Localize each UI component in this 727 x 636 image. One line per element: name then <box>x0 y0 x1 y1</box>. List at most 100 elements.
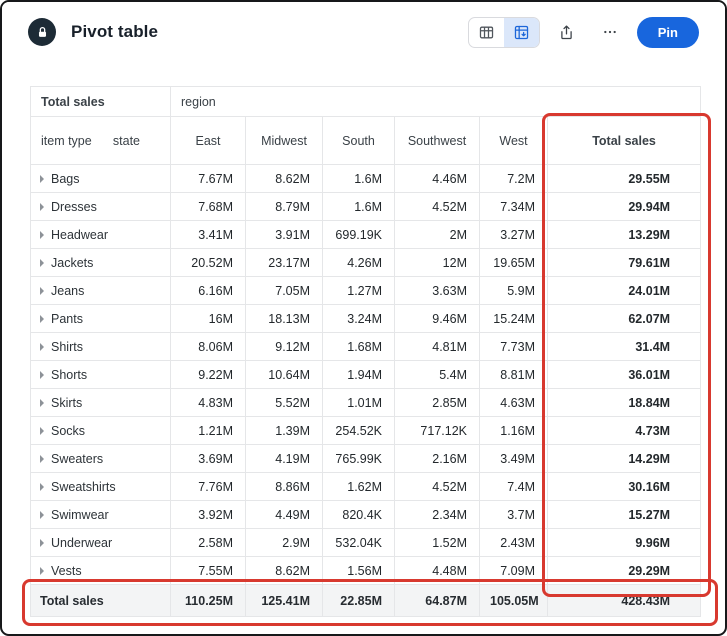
expand-icon[interactable] <box>40 567 44 575</box>
value-cell: 1.21M <box>171 417 246 445</box>
row-total-cell: 24.01M <box>548 277 701 305</box>
row-label-cell[interactable]: Pants <box>31 305 171 333</box>
value-cell: 12M <box>395 249 480 277</box>
value-cell: 8.81M <box>480 361 548 389</box>
column-header: Midwest <box>246 117 323 165</box>
share-button[interactable] <box>551 18 583 47</box>
row-label: Socks <box>51 424 85 438</box>
pin-button[interactable]: Pin <box>637 17 699 48</box>
row-total-cell: 29.94M <box>548 193 701 221</box>
table-row: Shirts8.06M9.12M1.68M4.81M7.73M31.4M <box>31 333 701 361</box>
value-cell: 7.4M <box>480 473 548 501</box>
expand-icon[interactable] <box>40 287 44 295</box>
column-header: East <box>171 117 246 165</box>
lock-icon <box>28 18 56 46</box>
row-label-cell[interactable]: Headwear <box>31 221 171 249</box>
value-cell: 9.46M <box>395 305 480 333</box>
value-cell: 5.4M <box>395 361 480 389</box>
more-button[interactable] <box>594 18 626 47</box>
pivot-table: Total salesregionitem typestateEastMidwe… <box>30 86 701 617</box>
table-row: Dresses7.68M8.79M1.6M4.52M7.34M29.94M <box>31 193 701 221</box>
value-cell: 4.63M <box>480 389 548 417</box>
table-row: Headwear3.41M3.91M699.19K2M3.27M13.29M <box>31 221 701 249</box>
table-view-button[interactable] <box>469 18 504 47</box>
pivot-table-window: Pivot table <box>0 0 727 636</box>
column-dimension-label: region <box>171 87 701 117</box>
row-label-cell[interactable]: Skirts <box>31 389 171 417</box>
value-cell: 717.12K <box>395 417 480 445</box>
row-label-cell[interactable]: Dresses <box>31 193 171 221</box>
table-row: Underwear2.58M2.9M532.04K1.52M2.43M9.96M <box>31 529 701 557</box>
value-cell: 4.81M <box>395 333 480 361</box>
value-cell: 1.01M <box>323 389 395 417</box>
row-label-cell[interactable]: Shirts <box>31 333 171 361</box>
row-total-cell: 31.4M <box>548 333 701 361</box>
value-cell: 7.34M <box>480 193 548 221</box>
value-cell: 23.17M <box>246 249 323 277</box>
row-label-cell[interactable]: Underwear <box>31 529 171 557</box>
value-cell: 2.9M <box>246 529 323 557</box>
toolbar: Pin <box>468 17 699 48</box>
value-cell: 2.58M <box>171 529 246 557</box>
table-row: Sweatshirts7.76M8.86M1.62M4.52M7.4M30.16… <box>31 473 701 501</box>
value-cell: 7.68M <box>171 193 246 221</box>
row-label: Shorts <box>51 368 87 382</box>
row-label-cell[interactable]: Shorts <box>31 361 171 389</box>
row-dimension-header: item typestate <box>31 117 171 165</box>
value-cell: 3.92M <box>171 501 246 529</box>
row-total-cell: 9.96M <box>548 529 701 557</box>
value-cell: 7.05M <box>246 277 323 305</box>
value-cell: 7.55M <box>171 557 246 585</box>
pivot-table-container: Total salesregionitem typestateEastMidwe… <box>30 86 701 617</box>
expand-icon[interactable] <box>40 203 44 211</box>
value-cell: 2.85M <box>395 389 480 417</box>
value-cell: 1.39M <box>246 417 323 445</box>
value-cell: 3.49M <box>480 445 548 473</box>
expand-icon[interactable] <box>40 427 44 435</box>
expand-icon[interactable] <box>40 511 44 519</box>
value-cell: 5.52M <box>246 389 323 417</box>
expand-icon[interactable] <box>40 399 44 407</box>
row-label: Underwear <box>51 536 112 550</box>
expand-icon[interactable] <box>40 455 44 463</box>
row-label-cell[interactable]: Jackets <box>31 249 171 277</box>
value-cell: 1.56M <box>323 557 395 585</box>
expand-icon[interactable] <box>40 175 44 183</box>
value-cell: 8.62M <box>246 557 323 585</box>
value-cell: 10.64M <box>246 361 323 389</box>
row-label-cell[interactable]: Sweaters <box>31 445 171 473</box>
table-row: Shorts9.22M10.64M1.94M5.4M8.81M36.01M <box>31 361 701 389</box>
row-total-cell: 29.29M <box>548 557 701 585</box>
value-cell: 3.63M <box>395 277 480 305</box>
value-cell: 1.27M <box>323 277 395 305</box>
value-cell: 4.52M <box>395 193 480 221</box>
expand-icon[interactable] <box>40 483 44 491</box>
expand-icon[interactable] <box>40 231 44 239</box>
expand-icon[interactable] <box>40 259 44 267</box>
expand-icon[interactable] <box>40 371 44 379</box>
expand-icon[interactable] <box>40 343 44 351</box>
value-cell: 8.62M <box>246 165 323 193</box>
row-total-cell: 15.27M <box>548 501 701 529</box>
table-row: Jeans6.16M7.05M1.27M3.63M5.9M24.01M <box>31 277 701 305</box>
pivot-view-button[interactable] <box>504 18 539 47</box>
row-label-cell[interactable]: Jeans <box>31 277 171 305</box>
column-header: South <box>323 117 395 165</box>
value-cell: 1.52M <box>395 529 480 557</box>
value-cell: 16M <box>171 305 246 333</box>
row-label: Jackets <box>51 256 93 270</box>
row-label-cell[interactable]: Bags <box>31 165 171 193</box>
value-cell: 7.67M <box>171 165 246 193</box>
value-cell: 19.65M <box>480 249 548 277</box>
row-label-cell[interactable]: Vests <box>31 557 171 585</box>
table-row: Skirts4.83M5.52M1.01M2.85M4.63M18.84M <box>31 389 701 417</box>
row-label-cell[interactable]: Sweatshirts <box>31 473 171 501</box>
value-cell: 15.24M <box>480 305 548 333</box>
expand-icon[interactable] <box>40 315 44 323</box>
value-cell: 4.83M <box>171 389 246 417</box>
row-label-cell[interactable]: Swimwear <box>31 501 171 529</box>
value-cell: 3.27M <box>480 221 548 249</box>
row-label-cell[interactable]: Socks <box>31 417 171 445</box>
row-label: Bags <box>51 172 80 186</box>
expand-icon[interactable] <box>40 539 44 547</box>
